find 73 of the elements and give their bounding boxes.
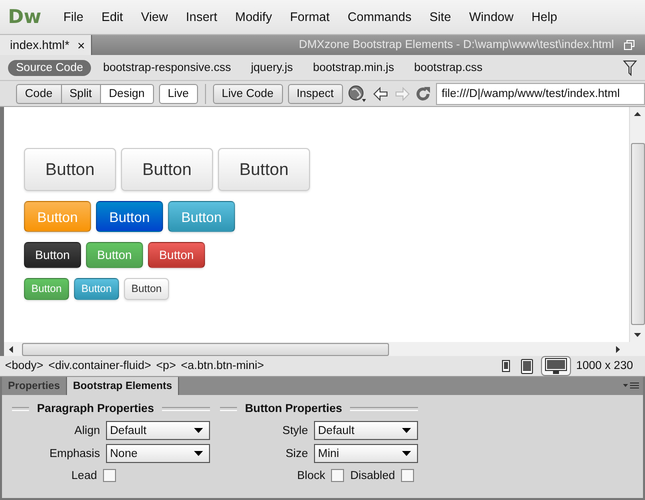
- field-label: Emphasis: [50, 448, 100, 460]
- section-title: Button Properties: [245, 403, 342, 415]
- back-icon[interactable]: [372, 86, 389, 100]
- dropdown[interactable]: Mini: [314, 444, 418, 463]
- menu-item[interactable]: Commands: [340, 10, 422, 24]
- filter-icon[interactable]: [623, 60, 637, 76]
- view-mode-button[interactable]: Design: [100, 84, 154, 104]
- related-file-tab[interactable]: Source Code: [8, 60, 92, 76]
- vertical-scrollbar[interactable]: [629, 107, 645, 342]
- dropdown[interactable]: Default: [106, 421, 210, 440]
- toolbar-button[interactable]: Inspect: [288, 84, 343, 104]
- preview-button[interactable]: Button: [148, 242, 205, 268]
- caret-icon: [194, 451, 203, 456]
- dropdown[interactable]: Default: [314, 421, 418, 440]
- live-button[interactable]: Live: [158, 84, 198, 104]
- caret-icon: [402, 451, 411, 456]
- menu-item[interactable]: Format: [282, 10, 340, 24]
- menu-item[interactable]: Modify: [227, 10, 282, 24]
- preview-button[interactable]: Button: [121, 148, 213, 191]
- window-title: DMXzone Bootstrap Elements - D:\wamp\www\test\index.html: [298, 39, 615, 51]
- scroll-right-icon[interactable]: [616, 346, 620, 352]
- field-label: Align: [74, 424, 100, 436]
- related-file-tab[interactable]: bootstrap.min.js: [304, 60, 402, 76]
- refresh-icon[interactable]: [414, 86, 431, 102]
- checkbox-label: Disabled: [350, 470, 395, 482]
- scroll-left-icon[interactable]: [9, 346, 13, 352]
- scroll-up-icon[interactable]: [634, 112, 641, 116]
- restore-icon[interactable]: [624, 40, 635, 50]
- related-file-tab[interactable]: jquery.js: [242, 60, 301, 76]
- preview-button[interactable]: Button: [96, 201, 163, 232]
- related-file-tab[interactable]: bootstrap.css: [406, 60, 491, 76]
- document-tab[interactable]: index.html* ×: [0, 35, 92, 55]
- scroll-down-icon[interactable]: [634, 333, 641, 337]
- tag-selector-item[interactable]: <p>: [156, 360, 176, 372]
- horizontal-scrollbar[interactable]: [0, 342, 645, 356]
- related-file-tab[interactable]: bootstrap-responsive.css: [95, 60, 239, 76]
- menu-item[interactable]: Site: [422, 10, 462, 24]
- checkbox[interactable]: [401, 469, 414, 482]
- close-icon[interactable]: ×: [77, 38, 85, 52]
- preview-button[interactable]: Button: [124, 278, 169, 300]
- app-logo: Dw: [8, 6, 42, 28]
- panel-tab[interactable]: Bootstrap Elements: [66, 377, 180, 395]
- checkbox-label: Block: [297, 470, 326, 482]
- view-mode-button[interactable]: Code: [16, 84, 60, 104]
- panel-menu-icon[interactable]: [623, 382, 639, 390]
- tag-selector-item[interactable]: <body>: [5, 360, 44, 372]
- forward-icon: [394, 86, 410, 100]
- menu-item[interactable]: Insert: [178, 10, 228, 24]
- menu-item[interactable]: View: [133, 10, 178, 24]
- address-field[interactable]: file:///D|/wamp/www/test/index.html: [436, 82, 645, 104]
- globe-icon[interactable]: [348, 84, 368, 102]
- tag-selector-item[interactable]: <div.container-fluid>: [48, 360, 152, 372]
- preview-button[interactable]: Button: [24, 242, 81, 268]
- preview-button[interactable]: Button: [218, 148, 310, 191]
- tag-selector-item[interactable]: <a.btn.btn-mini>: [180, 360, 264, 372]
- preview-button[interactable]: Button: [24, 148, 116, 191]
- field-label: Size: [286, 448, 308, 460]
- checkbox[interactable]: [331, 469, 344, 482]
- menu-item[interactable]: Help: [524, 10, 568, 24]
- checkbox[interactable]: [103, 469, 116, 482]
- caret-icon: [194, 428, 203, 433]
- menu-item[interactable]: File: [55, 10, 94, 24]
- section-title: Paragraph Properties: [37, 403, 154, 415]
- toolbar-button[interactable]: Live Code: [212, 84, 283, 104]
- view-mode-button[interactable]: Split: [60, 84, 100, 104]
- dropdown[interactable]: None: [106, 444, 210, 463]
- field-label: Style: [282, 424, 308, 436]
- caret-icon: [402, 428, 411, 433]
- window-size-label[interactable]: 1000 x 230: [576, 360, 633, 372]
- menu-item[interactable]: Window: [461, 10, 524, 24]
- checkbox-label: Lead: [71, 470, 97, 482]
- device-size-button[interactable]: [541, 356, 572, 376]
- menu-item[interactable]: Edit: [93, 10, 134, 24]
